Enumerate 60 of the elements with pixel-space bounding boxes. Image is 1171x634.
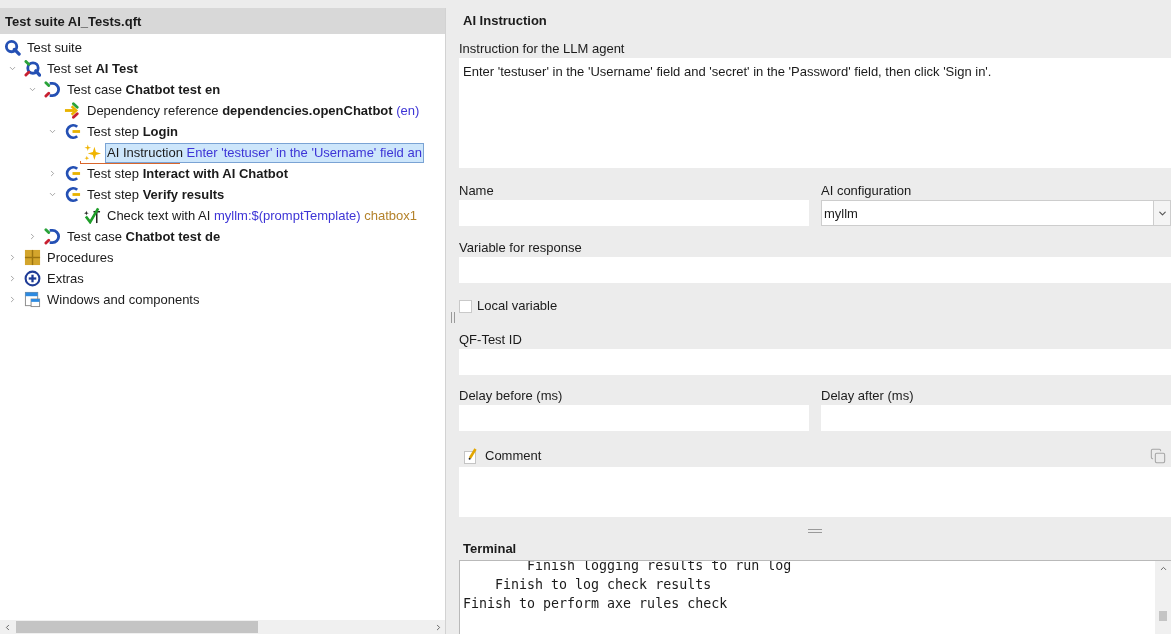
tree-node-label[interactable]: Test case Chatbot test de [65, 226, 223, 247]
editor-title: AI Instruction [463, 12, 547, 30]
ai-configuration-dropdown[interactable]: myllm [821, 200, 1171, 226]
chevron-right-icon[interactable] [8, 274, 17, 283]
chevron-down-icon[interactable] [28, 85, 37, 94]
tree-node-label[interactable]: Test step Login [85, 121, 181, 142]
field-label: Instruction for the LLM agent [459, 40, 625, 58]
field-label: Comment [485, 447, 542, 465]
arc-dots-icon [44, 81, 61, 98]
horizontal-scrollbar[interactable] [0, 620, 445, 634]
tree-node-label[interactable]: Check text with AI myllm:$(promptTemplate) chatbox1 [105, 205, 419, 226]
field-label: Name [459, 182, 494, 200]
field-label: AI configuration [821, 182, 912, 200]
arc-bar-icon [64, 123, 81, 140]
tree-node-label[interactable]: Test suite [25, 37, 84, 58]
tree-node-label[interactable]: Test step Verify results [85, 184, 227, 205]
chevron-right-icon[interactable] [28, 232, 37, 241]
field-label: Delay after (ms) [821, 387, 914, 405]
scrollbar-thumb[interactable] [16, 621, 258, 633]
tree-node-label[interactable]: Procedures [45, 247, 116, 268]
tree-node-label[interactable]: AI Instruction Enter 'testuser' in the 'Username' field an [105, 142, 424, 163]
terminal-line: Finish to perform axe rules check [463, 595, 728, 613]
terminal-title: Terminal [463, 540, 517, 557]
instruction-field[interactable]: Enter 'testuser' in the 'Username' field and 'secret' in the 'Password' field, then click 'Sign in'. [459, 58, 1171, 168]
panel-title: Test suite AI_Tests.qft [5, 13, 142, 29]
scrollbar-thumb[interactable] [1159, 611, 1167, 621]
field-label: Delay before (ms) [459, 387, 563, 405]
chevron-down-icon[interactable] [48, 127, 57, 136]
tree-node-label[interactable]: Extras [45, 268, 86, 289]
ring-tail-icon [4, 39, 21, 56]
chevron-right-icon[interactable] [8, 253, 17, 262]
vertical-scrollbar[interactable] [1155, 561, 1171, 634]
arc-bar-icon [64, 165, 81, 182]
copy-icon[interactable] [1150, 448, 1166, 464]
chevron-right-icon[interactable] [8, 295, 17, 304]
field-label: Variable for response [459, 239, 582, 257]
checkbox-label: Local variable [477, 297, 558, 315]
arrow-dots-icon [64, 102, 81, 119]
pencil-icon [464, 448, 479, 464]
chevron-down-icon[interactable] [8, 64, 17, 73]
tree-node-label[interactable]: Windows and components [45, 289, 202, 310]
tree-node-label[interactable]: Dependency reference dependencies.openChatbot (en) [85, 100, 422, 121]
chevron-down-icon[interactable] [48, 190, 57, 199]
splitter-grip-icon[interactable] [450, 311, 455, 323]
ring-dots-icon [24, 60, 41, 77]
tree-node-label[interactable]: Test set AI Test [45, 58, 140, 79]
arc-bar-icon [64, 186, 81, 203]
sparkles-icon [84, 144, 101, 161]
plus-circle-icon [24, 270, 41, 287]
field-label: QF-Test ID [459, 331, 522, 349]
sparkle-check-icon [84, 207, 101, 224]
splitter-grip-icon[interactable] [808, 529, 822, 533]
arc-dots-icon [44, 228, 61, 245]
tree-node-label[interactable]: Test case Chatbot test en [65, 79, 223, 100]
tree-node-label[interactable]: Test step Interact with AI Chatbot [85, 163, 291, 184]
terminal-line: Finish to log check results [494, 576, 712, 594]
grid-icon [24, 249, 41, 266]
checkbox[interactable] [459, 299, 472, 313]
window-icon [24, 291, 41, 308]
chevron-right-icon[interactable] [48, 169, 57, 178]
